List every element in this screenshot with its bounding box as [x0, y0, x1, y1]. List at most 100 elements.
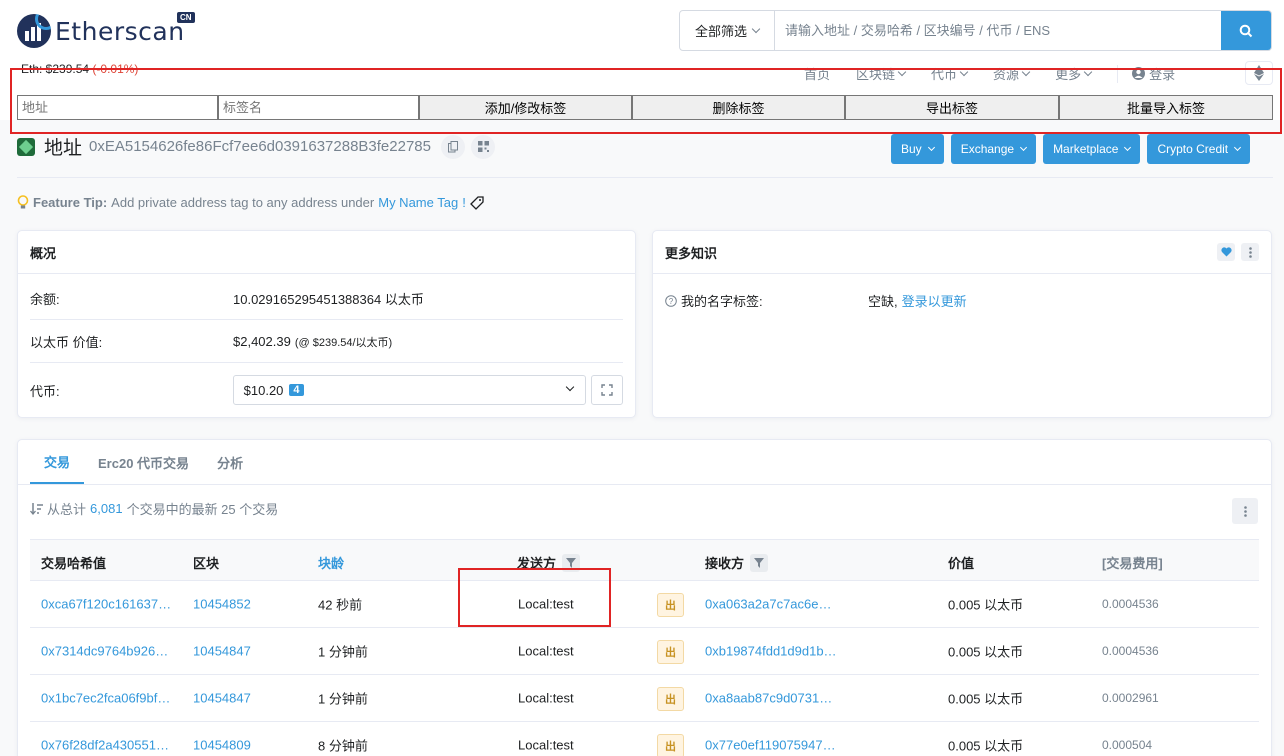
favorite-button[interactable] [1217, 243, 1235, 261]
eth-price-change: (-0.01%) [92, 62, 139, 76]
add-edit-tag-button[interactable]: 添加/修改标签 [419, 95, 632, 120]
qr-code-button[interactable] [471, 134, 495, 159]
eth-value-sub: (@ $239.54/以太币) [294, 336, 393, 349]
eth-value-main: $2,402.39 [233, 334, 291, 349]
tab-analytics[interactable]: 分析 [203, 440, 257, 484]
tx-value: 0.005 以太币 [948, 738, 1024, 754]
nav-tokens[interactable]: 代币 [931, 64, 969, 83]
lightbulb-icon [17, 195, 29, 209]
chevron-down-icon [897, 67, 907, 77]
tx-to-link[interactable]: 0xb19874fdd1d9d1b… [705, 644, 837, 659]
etherscan-logo[interactable]: Etherscan CN [17, 12, 195, 48]
token-dropdown[interactable]: $10.20 4 [232, 375, 587, 405]
chevron-down-icon [927, 143, 935, 152]
tx-age: 1 分钟前 [318, 691, 368, 707]
question-circle-icon: ? [665, 294, 677, 307]
nav-blockchain[interactable]: 区块链 [856, 64, 907, 83]
crypto-credit-button[interactable]: Crypto Credit [1147, 134, 1251, 164]
tx-from: Local:test [518, 737, 574, 753]
address-hash: 0xEA5154626fe86Fcf7ee6d0391637288B3fe227… [89, 138, 431, 155]
token-expand-button[interactable] [591, 375, 623, 405]
more-info-card: 更多知识 ? 我的名字标签: 空缺, 登录以更新 [652, 230, 1272, 418]
search-filter-label: 全部筛选 [694, 24, 747, 39]
tx-from: Local:test [518, 690, 574, 706]
more-options-button[interactable] [1241, 243, 1259, 261]
address-identicon [17, 137, 35, 156]
tx-hash-link[interactable]: 0x76f28df2a430551… [41, 738, 169, 753]
to-filter-button[interactable] [750, 553, 769, 572]
tx-hash-link[interactable]: 0xca67f120c161637… [41, 597, 171, 612]
tab-erc20[interactable]: Erc20 代币交易 [84, 440, 203, 484]
more-vertical-icon [1243, 505, 1247, 517]
logo-cn-badge: CN [177, 12, 195, 23]
block-link[interactable]: 10454852 [193, 597, 251, 612]
tx-hash-link[interactable]: 0x1bc7ec2fca06f9bf… [41, 691, 170, 706]
tx-fee: 0.000504 [1102, 738, 1153, 752]
tag-address-input[interactable] [17, 95, 218, 120]
col-age[interactable]: 块龄 [318, 553, 344, 572]
feature-tip: Feature Tip: Add private address tag to … [17, 195, 484, 210]
expand-icon [601, 384, 613, 396]
exchange-button[interactable]: Exchange [950, 134, 1037, 164]
copy-address-button[interactable] [441, 134, 465, 159]
login-to-update-link[interactable]: 登录以更新 [902, 291, 967, 310]
feature-tip-title: Feature Tip: [33, 195, 108, 210]
tab-transactions[interactable]: 交易 [30, 440, 85, 484]
from-filter-button[interactable] [562, 553, 581, 572]
logo-icon [17, 14, 51, 48]
tx-total-count-link[interactable]: 6,081 [90, 501, 123, 516]
block-link[interactable]: 10454809 [193, 738, 251, 753]
tx-age: 1 分钟前 [318, 644, 368, 660]
search-filter-dropdown[interactable]: 全部筛选 [680, 11, 775, 50]
tx-value: 0.005 以太币 [948, 644, 1024, 660]
name-tag-row: ? 我的名字标签: 空缺, 登录以更新 [665, 291, 1259, 310]
buy-button[interactable]: Buy [891, 134, 944, 164]
tx-value: 0.005 以太币 [948, 597, 1024, 613]
tag-toolbar: 添加/修改标签 删除标签 导出标签 批量导入标签 [17, 95, 1273, 120]
tx-to-link[interactable]: 0xa8aab87c9d0731… [705, 691, 832, 706]
marketplace-button[interactable]: Marketplace [1043, 134, 1141, 164]
delete-tag-button[interactable]: 删除标签 [632, 95, 845, 120]
block-link[interactable]: 10454847 [193, 644, 251, 659]
tx-from: Local:test [518, 596, 574, 612]
filter-icon [754, 557, 765, 568]
eth-value-row: 以太币 价值: $2,402.39 (@ $239.54/以太币) [30, 332, 623, 351]
chevron-down-icon [1124, 143, 1132, 152]
header-divider [17, 177, 1273, 178]
chevron-down-icon [751, 24, 761, 34]
tag-name-input[interactable] [218, 95, 419, 120]
col-value: 价值 [948, 556, 975, 571]
tx-fee: 0.0004536 [1102, 644, 1159, 658]
search-button[interactable] [1221, 11, 1271, 50]
export-tags-button[interactable]: 导出标签 [845, 95, 1059, 120]
tx-age: 42 秒前 [318, 597, 363, 613]
nav-home[interactable]: 首页 [804, 64, 830, 83]
col-tx-hash: 交易哈希值 [41, 556, 107, 571]
tx-hash-link[interactable]: 0x7314dc9764b926… [41, 644, 168, 659]
tx-options-button[interactable] [1232, 498, 1258, 524]
my-name-tag-link[interactable]: My Name Tag [378, 195, 458, 210]
chevron-down-icon [1020, 143, 1028, 152]
tx-to-link[interactable]: 0xa063a2a7c7ac6e… [705, 597, 832, 612]
feature-tip-text: Add private address tag to any address u… [111, 195, 375, 210]
table-row: 0xca67f120c161637… 10454852 42 秒前 Local:tes… [30, 581, 1259, 628]
col-from-label: 发送方 [517, 556, 557, 571]
nav-resources[interactable]: 资源 [993, 64, 1031, 83]
tag-icon [469, 195, 484, 210]
nav-login[interactable]: 登录 [1132, 64, 1175, 83]
token-value: $10.20 [243, 382, 284, 398]
table-row: 0x76f28df2a430551… 10454809 8 分钟前 Local:tes… [30, 722, 1259, 756]
overview-title: 概况 [18, 231, 635, 274]
table-row: 0x1bc7ec2fca06f9bf… 10454847 1 分钟前 Local:te… [30, 675, 1259, 722]
search-input[interactable] [775, 11, 1221, 50]
eth-network-button[interactable] [1245, 61, 1273, 85]
tx-to-link[interactable]: 0x77e0ef119075947… [705, 738, 836, 753]
tx-age: 8 分钟前 [318, 738, 368, 754]
balance-label: 余额: [30, 292, 60, 307]
block-link[interactable]: 10454847 [193, 691, 251, 706]
sort-amount-icon [30, 502, 43, 515]
balance-value: 10.029165295451388364 以太币 [233, 292, 424, 307]
import-tags-button[interactable]: 批量导入标签 [1059, 95, 1273, 120]
more-vertical-icon [1248, 246, 1252, 258]
nav-more[interactable]: 更多 [1055, 64, 1093, 83]
